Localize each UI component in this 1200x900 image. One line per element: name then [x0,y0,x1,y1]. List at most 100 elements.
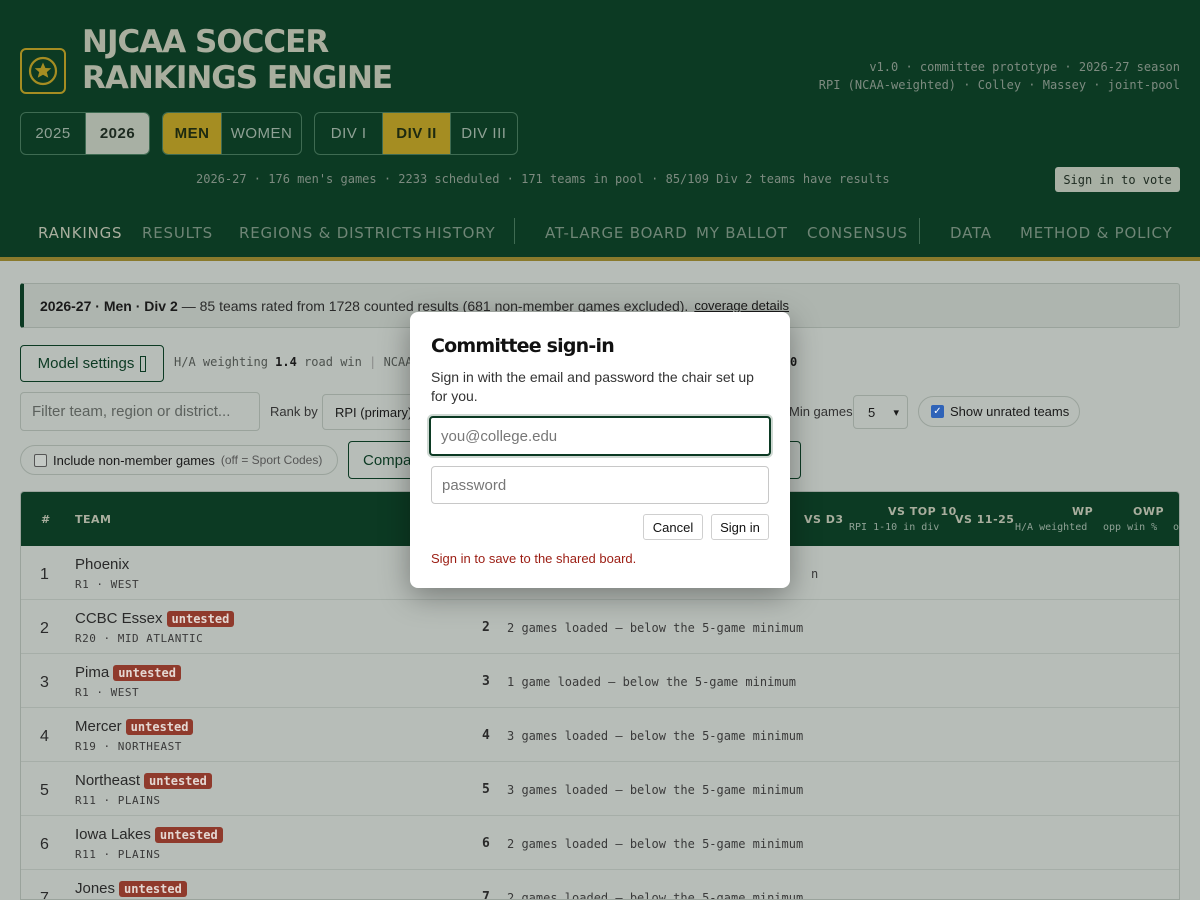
table-row[interactable]: 3 Pima untested R1 · WEST 3 1 game loaded… [21,654,1179,708]
show-unrated-toggle[interactable]: ✓ Show unrated teams [918,396,1080,427]
modal-title: Committee sign-in [431,335,615,357]
row-note: 2 games loaded — below the 5-game minimu… [507,891,804,900]
row-region: R19 · NORTHEAST [75,740,182,753]
soccer-ball-logo-icon [20,48,66,94]
nav-my-ballot[interactable]: MY BALLOT [696,224,788,242]
table-row[interactable]: 5 Northeast untested R11 · PLAINS 5 3 gam… [21,762,1179,816]
team-name[interactable]: Mercer [75,718,122,735]
row-team: Mercer untested [75,718,194,735]
untested-badge: untested [119,880,187,897]
year-option-2026[interactable]: 2026 [85,113,149,154]
cancel-button[interactable]: Cancel [643,514,703,540]
col-vs-d3[interactable]: VS D3 [804,513,844,526]
main-nav: RANKINGS RESULTS REGIONS & DISTRICTS HIS… [0,218,1200,250]
row-region: R11 · PLAINS [75,794,161,807]
row-note: 2 games loaded — below the 5-game minimu… [507,621,804,635]
team-name[interactable]: Jones [75,880,115,897]
app-title: NJCAA SOCCER RANKINGS ENGINE [82,24,393,96]
committee-sign-in-modal: Committee sign-in Sign in with the email… [410,312,790,588]
division-option-1[interactable]: DIV I [315,113,382,154]
col-owp[interactable]: OWP [1133,505,1164,518]
row-region: R1 · WEST [75,578,140,591]
row-region: R20 · MID ATLANTIC [75,632,204,645]
table-row[interactable]: 7 Jones untested 7 2 games loaded — below… [21,870,1179,900]
team-name[interactable]: Northeast [75,772,140,789]
show-unrated-checkbox[interactable]: ✓ [931,405,944,418]
team-name[interactable]: Iowa Lakes [75,826,151,843]
division-option-3[interactable]: DIV III [449,113,517,154]
nonmember-games-label: Include non-member games [53,452,215,468]
col-rank[interactable]: # [41,513,51,526]
banner-context: 2026-27 · Men · Div 2 [40,297,178,314]
nav-rankings[interactable]: RANKINGS [38,224,122,242]
ha-weighting-label: H/A weighting [174,355,268,369]
col-vs-top10[interactable]: VS TOP 10 [888,505,957,518]
email-field[interactable]: you@college.edu [429,416,771,456]
toggle-indicator-icon [140,355,147,372]
row-number: 7 [482,890,490,900]
row-team: Jones untested [75,880,187,897]
gender-option-women[interactable]: WOMEN [221,113,301,154]
password-placeholder: password [442,476,507,494]
nav-divider [514,218,515,244]
row-rank: 1 [40,566,49,583]
gender-selector: MEN WOMEN [162,112,302,155]
nonmember-games-hint: (off = Sport Codes) [220,453,323,467]
row-rank: 2 [40,620,49,637]
ha-weighting-value: 1.4 [275,355,297,369]
table-row[interactable]: 4 Mercer untested R19 · NORTHEAST 4 3 gam… [21,708,1179,762]
rank-by-select[interactable]: RPI (primary) [322,394,422,430]
model-settings-label: Model settings [37,355,135,372]
table-row[interactable]: 6 Iowa Lakes untested R11 · PLAINS 6 2 ga… [21,816,1179,870]
untested-badge: untested [154,826,223,843]
nonmember-games-toggle[interactable]: Include non-member games (off = Sport Co… [20,445,338,475]
team-name[interactable]: CCBC Essex [75,610,163,627]
min-games-select[interactable]: 5 ▾ [853,395,908,429]
app-title-line1: NJCAA SOCCER [82,24,329,60]
col-vs-top10-sub: RPI 1-10 in div [849,522,940,533]
modal-subtitle: Sign in with the email and password the … [431,369,754,404]
header-accent-line [0,257,1200,261]
nav-regions-districts[interactable]: REGIONS & DISTRICTS [239,224,423,242]
year-option-2025[interactable]: 2025 [21,113,85,154]
col-team[interactable]: TEAM [75,513,111,526]
row-rank: 6 [40,836,49,853]
col-wp-sub: H/A weighted [1015,522,1088,533]
nav-consensus[interactable]: CONSENSUS [807,224,908,242]
sign-in-to-vote-button[interactable]: Sign in to vote [1055,167,1180,192]
col-vs-11-25[interactable]: VS 11-25 [955,513,1014,526]
row-team: Phoenix [75,556,129,573]
row-rank: 5 [40,782,49,799]
show-unrated-label: Show unrated teams [950,404,1070,419]
team-filter-input[interactable]: Filter team, region or district... [20,392,260,431]
row-number: 3 [482,674,490,689]
division-option-2[interactable]: DIV II [382,113,450,154]
row-number: 6 [482,836,490,851]
model-settings-button[interactable]: Model settings [20,345,164,382]
team-name[interactable]: Pima [75,664,109,681]
row-team: Pima untested [75,664,181,681]
gender-option-men[interactable]: MEN [163,113,222,154]
row-region: R1 · WEST [75,686,140,699]
division-selector: DIV I DIV II DIV III [314,112,518,155]
nav-at-large-board[interactable]: AT-LARGE BOARD [545,224,688,242]
coverage-details-link[interactable]: coverage details [694,298,789,313]
model-params-trailing: NCAA [383,355,413,369]
model-params-summary: H/A weighting 1.4 road win | NCAA [174,355,413,369]
nonmember-games-checkbox[interactable] [34,453,47,467]
table-row[interactable]: 2 CCBC Essex untested R20 · MID ATLANTIC … [21,600,1179,654]
password-field[interactable]: password [431,466,769,504]
nav-method-policy[interactable]: METHOD & POLICY [1020,224,1172,242]
row-team: Northeast untested [75,772,212,789]
team-name[interactable]: Phoenix [75,556,129,573]
row-number: 2 [482,620,490,635]
nav-history[interactable]: HISTORY [425,224,495,242]
nav-results[interactable]: RESULTS [142,224,213,242]
nav-data[interactable]: DATA [950,224,992,242]
sign-in-button[interactable]: Sign in [711,514,769,540]
row-region: R11 · PLAINS [75,848,161,861]
version-info: v1.0 · committee prototype · 2026-27 sea… [869,60,1180,74]
col-extra-sub: o [1173,522,1180,533]
untested-badge: untested [125,718,194,735]
col-wp[interactable]: WP [1072,505,1093,518]
